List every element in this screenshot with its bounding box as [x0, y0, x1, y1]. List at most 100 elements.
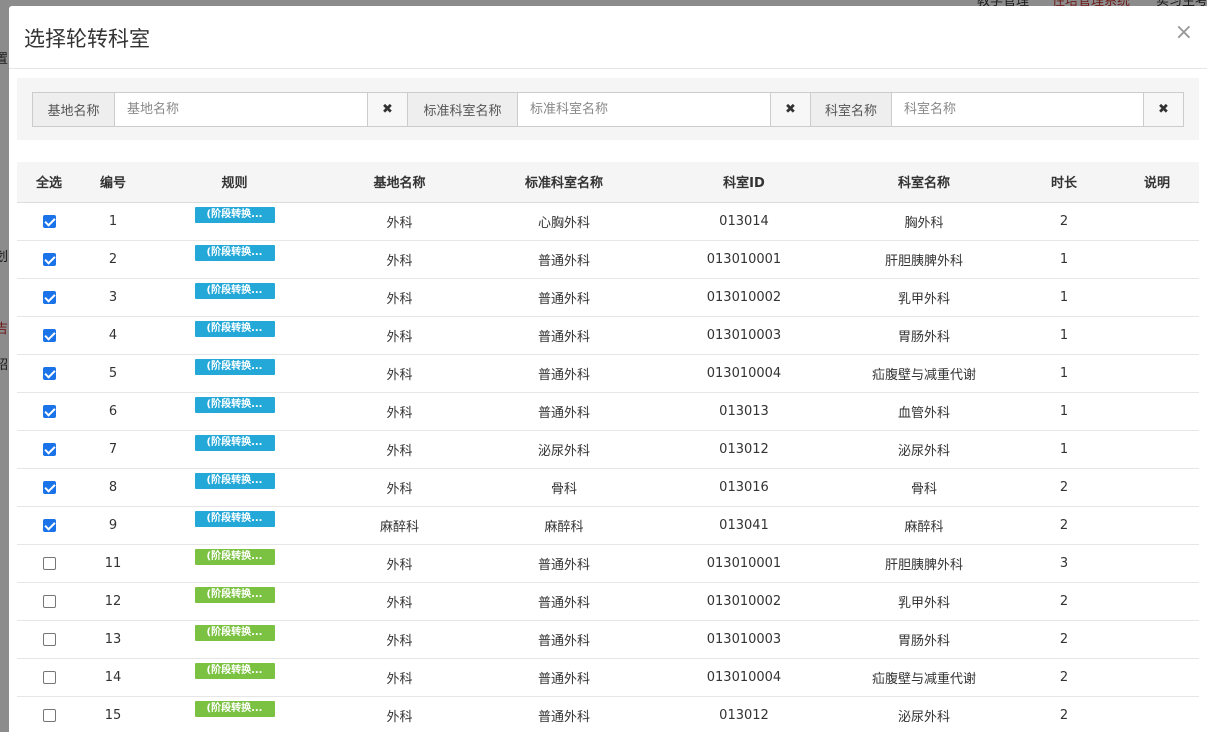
cell-duration: 2: [1013, 657, 1115, 696]
rule-badge[interactable]: (阶段转换...: [194, 663, 275, 679]
rule-badge[interactable]: (阶段转换...: [194, 397, 275, 413]
row-checkbox[interactable]: [42, 670, 56, 684]
select-cell: [17, 505, 81, 544]
row-checkbox[interactable]: [42, 480, 56, 494]
cell-dept-id: 013010002: [653, 581, 835, 620]
cell-rule: (阶段转换...: [145, 619, 324, 658]
clear-icon[interactable]: ✖: [367, 93, 407, 126]
row-checkbox[interactable]: [42, 328, 56, 342]
row-checkbox[interactable]: [42, 214, 56, 228]
cell-dept-id: 013013: [653, 391, 835, 430]
table-row[interactable]: 1 (阶段转换... 外科 心胸外科 013014 胸外科 2: [17, 201, 1199, 240]
select-cell: [17, 201, 81, 240]
row-checkbox[interactable]: [42, 518, 56, 532]
header-select-all[interactable]: 全选: [17, 162, 81, 203]
cell-std-dept-name: 心胸外科: [475, 201, 653, 240]
rule-badge[interactable]: (阶段转换...: [194, 473, 275, 489]
table-row[interactable]: 4 (阶段转换... 外科 普通外科 013010003 胃肠外科 1: [17, 315, 1199, 354]
rule-badge[interactable]: (阶段转换...: [194, 625, 275, 641]
department-table: 全选 编号 规则 基地名称 标准科室名称 科室ID 科室名称 时长 说明 1 (阶…: [17, 162, 1199, 732]
row-checkbox[interactable]: [42, 404, 56, 418]
row-checkbox[interactable]: [42, 632, 56, 646]
table-row[interactable]: 11 (阶段转换... 外科 普通外科 013010001 肝胆胰脾外科 3: [17, 543, 1199, 582]
cell-rule: (阶段转换...: [145, 239, 324, 278]
cell-std-dept-name: 普通外科: [475, 315, 653, 354]
header-duration: 时长: [1013, 162, 1115, 203]
table-header-row: 全选 编号 规则 基地名称 标准科室名称 科室ID 科室名称 时长 说明: [17, 162, 1199, 203]
cell-number: 7: [81, 429, 145, 468]
base-name-input[interactable]: [115, 93, 367, 126]
header-note: 说明: [1115, 162, 1199, 203]
cell-duration: 2: [1013, 467, 1115, 506]
table-row[interactable]: 6 (阶段转换... 外科 普通外科 013013 血管外科 1: [17, 391, 1199, 430]
rule-badge[interactable]: (阶段转换...: [194, 435, 275, 451]
cell-base-name: 外科: [324, 353, 475, 392]
rule-badge[interactable]: (阶段转换...: [194, 701, 275, 718]
cell-std-dept-name: 普通外科: [475, 239, 653, 278]
table-row[interactable]: 2 (阶段转换... 外科 普通外科 013010001 肝胆胰脾外科 1: [17, 239, 1199, 278]
table-row[interactable]: 3 (阶段转换... 外科 普通外科 013010002 乳甲外科 1: [17, 277, 1199, 316]
cell-dept-name: 泌尿外科: [835, 429, 1013, 468]
cell-base-name: 外科: [324, 201, 475, 240]
table-row[interactable]: 5 (阶段转换... 外科 普通外科 013010004 疝腹壁与减重代谢 1: [17, 353, 1199, 392]
table-row[interactable]: 15 (阶段转换... 外科 普通外科 013012 泌尿外科 2: [17, 695, 1199, 732]
row-checkbox[interactable]: [42, 290, 56, 304]
clear-icon[interactable]: ✖: [770, 93, 810, 126]
rule-badge[interactable]: (阶段转换...: [194, 511, 275, 527]
cell-std-dept-name: 普通外科: [475, 543, 653, 582]
cell-std-dept-name: 泌尿外科: [475, 429, 653, 468]
table-row[interactable]: 8 (阶段转换... 外科 骨科 013016 骨科 2: [17, 467, 1199, 506]
modal-title: 选择轮转科室: [24, 27, 150, 51]
select-cell: [17, 657, 81, 696]
header-rule: 规则: [145, 162, 324, 203]
cell-base-name: 外科: [324, 467, 475, 506]
modal-header: 选择轮转科室 ×: [9, 6, 1207, 69]
select-cell: [17, 353, 81, 392]
cell-rule: (阶段转换...: [145, 315, 324, 354]
dept-name-input[interactable]: [892, 93, 1143, 126]
filter-base-name-label: 基地名称: [33, 93, 115, 126]
table-row[interactable]: 7 (阶段转换... 外科 泌尿外科 013012 泌尿外科 1: [17, 429, 1199, 468]
cell-dept-name: 血管外科: [835, 391, 1013, 430]
row-checkbox[interactable]: [42, 594, 56, 608]
rule-badge[interactable]: (阶段转换...: [194, 321, 275, 337]
row-checkbox[interactable]: [42, 366, 56, 380]
table-row[interactable]: 9 (阶段转换... 麻醉科 麻醉科 013041 麻醉科 2: [17, 505, 1199, 544]
table-row[interactable]: 13 (阶段转换... 外科 普通外科 013010003 胃肠外科 2: [17, 619, 1199, 658]
cell-duration: 2: [1013, 619, 1115, 658]
row-checkbox[interactable]: [42, 442, 56, 456]
select-cell: [17, 429, 81, 468]
rule-badge[interactable]: (阶段转换...: [194, 549, 275, 565]
cell-dept-id: 013041: [653, 505, 835, 544]
close-icon[interactable]: ×: [1175, 22, 1193, 44]
table-row[interactable]: 14 (阶段转换... 外科 普通外科 013010004 疝腹壁与减重代谢 2: [17, 657, 1199, 696]
table-row[interactable]: 12 (阶段转换... 外科 普通外科 013010002 乳甲外科 2: [17, 581, 1199, 620]
header-base-name: 基地名称: [324, 162, 475, 203]
cell-base-name: 外科: [324, 429, 475, 468]
cell-number: 1: [81, 201, 145, 240]
header-std-dept-name: 标准科室名称: [475, 162, 653, 203]
cell-dept-id: 013010004: [653, 353, 835, 392]
cell-number: 13: [81, 619, 145, 658]
rule-badge[interactable]: (阶段转换...: [194, 245, 275, 261]
rule-badge[interactable]: (阶段转换...: [194, 587, 275, 603]
row-checkbox[interactable]: [42, 556, 56, 570]
cell-base-name: 麻醉科: [324, 505, 475, 544]
cell-base-name: 外科: [324, 543, 475, 582]
rule-badge[interactable]: (阶段转换...: [194, 283, 275, 299]
cell-std-dept-name: 普通外科: [475, 581, 653, 620]
rule-badge[interactable]: (阶段转换...: [194, 359, 275, 375]
row-checkbox[interactable]: [42, 708, 56, 722]
std-dept-name-input[interactable]: [518, 93, 770, 126]
row-checkbox[interactable]: [42, 252, 56, 266]
cell-dept-id: 013014: [653, 201, 835, 240]
table-body: 1 (阶段转换... 外科 心胸外科 013014 胸外科 2 2 (阶段转换... 外科 普通外科…: [17, 201, 1199, 732]
filter-dept-name: 科室名称 ✖: [810, 92, 1184, 127]
clear-icon[interactable]: ✖: [1143, 93, 1183, 126]
cell-number: 3: [81, 277, 145, 316]
cell-dept-name: 麻醉科: [835, 505, 1013, 544]
cell-std-dept-name: 普通外科: [475, 657, 653, 696]
cell-rule: (阶段转换...: [145, 467, 324, 506]
rule-badge[interactable]: (阶段转换...: [194, 207, 275, 223]
filter-base-name: 基地名称 ✖: [32, 92, 408, 127]
